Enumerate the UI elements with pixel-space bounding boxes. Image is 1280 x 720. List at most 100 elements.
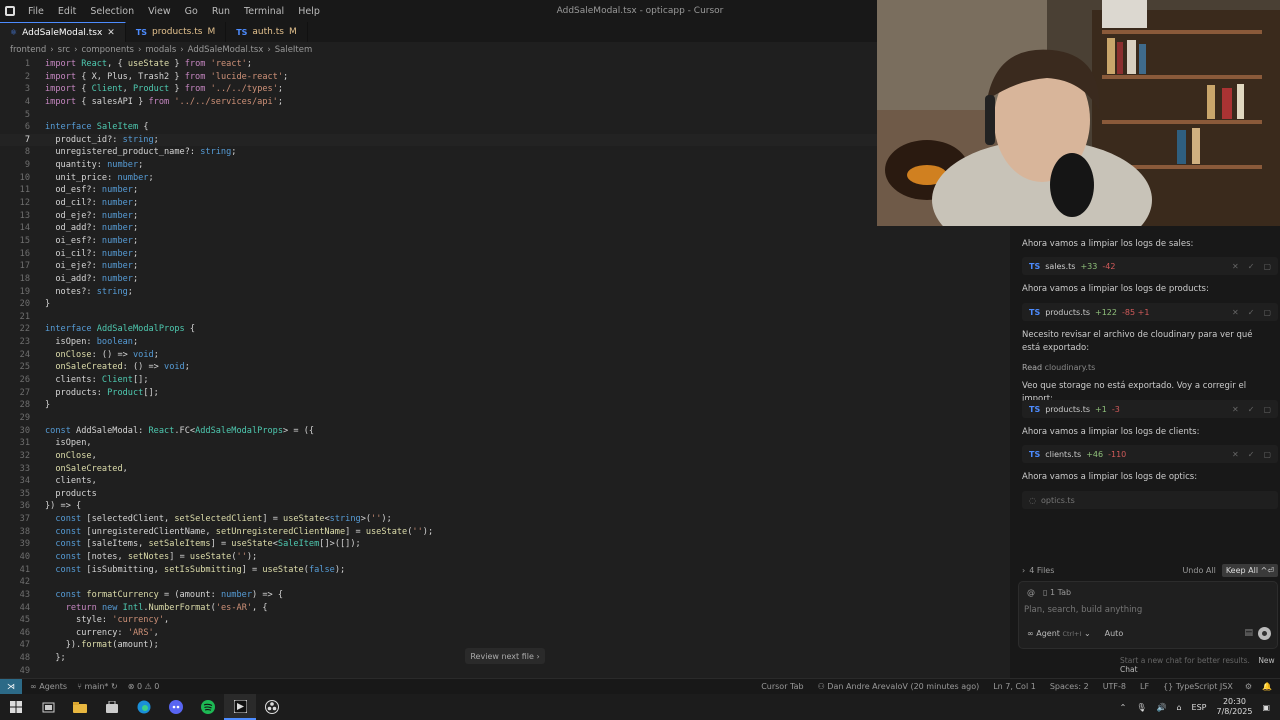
- code-line[interactable]: 44 return new Intl.NumberFormat('es-AR',…: [0, 602, 1010, 615]
- notifications-icon[interactable]: 🔔: [1262, 682, 1272, 691]
- code-line[interactable]: 33 onSaleCreated,: [0, 463, 1010, 476]
- code-line[interactable]: 6 interface SaleItem {: [0, 121, 1010, 134]
- read-file-name[interactable]: cloudinary.ts: [1045, 363, 1096, 372]
- code-line[interactable]: 23 isOpen: boolean;: [0, 336, 1010, 349]
- breadcrumb-item[interactable]: SaleItem: [275, 45, 313, 55]
- language-mode[interactable]: {} TypeScript JSX: [1163, 682, 1233, 691]
- code-line[interactable]: 46 currency: 'ARS',: [0, 627, 1010, 640]
- code-line[interactable]: 14 od_add?: number;: [0, 222, 1010, 235]
- reject-icon[interactable]: ✕: [1232, 262, 1239, 271]
- edited-file-card[interactable]: TS products.ts +122 -85 +1 ✕ ✓ ▢: [1022, 303, 1278, 321]
- file-explorer-icon[interactable]: [64, 694, 96, 720]
- agent-mode-select[interactable]: ∞ Agent Ctrl+I ⌄: [1027, 629, 1091, 638]
- more-icon[interactable]: ▢: [1263, 405, 1271, 414]
- code-editor[interactable]: 1 import React, { useState } from 'react'…: [0, 58, 1010, 678]
- model-select[interactable]: Auto: [1105, 629, 1124, 638]
- remote-icon[interactable]: ⋊: [0, 678, 22, 695]
- obs-icon[interactable]: [256, 694, 288, 720]
- more-icon[interactable]: ▢: [1263, 262, 1271, 271]
- code-line[interactable]: 29: [0, 412, 1010, 425]
- code-line[interactable]: 10 unit_price: number;: [0, 172, 1010, 185]
- chevron-up-icon[interactable]: ⌃: [1120, 703, 1127, 712]
- code-line[interactable]: 5: [0, 109, 1010, 122]
- reject-icon[interactable]: ✕: [1232, 405, 1239, 414]
- breadcrumb-item[interactable]: AddSaleModal.tsx: [188, 45, 264, 55]
- at-mention-icon[interactable]: @: [1027, 588, 1035, 597]
- code-line[interactable]: 43 const formatCurrency = (amount: numbe…: [0, 589, 1010, 602]
- chat-input[interactable]: [1024, 602, 1264, 618]
- cursor-tab-status[interactable]: Cursor Tab: [761, 682, 803, 691]
- code-line[interactable]: 38 const [unregisteredClientName, setUnr…: [0, 526, 1010, 539]
- menu-selection[interactable]: Selection: [90, 6, 134, 17]
- accept-icon[interactable]: ✓: [1248, 450, 1255, 459]
- edited-file-card[interactable]: TS products.ts +1 -3 ✕ ✓ ▢: [1022, 400, 1278, 418]
- accept-icon[interactable]: ✓: [1248, 262, 1255, 271]
- code-line[interactable]: 4 import { salesAPI } from '../../service…: [0, 96, 1010, 109]
- files-count[interactable]: 4 Files: [1029, 566, 1054, 575]
- code-line[interactable]: 1 import React, { useState } from 'react'…: [0, 58, 1010, 71]
- code-line[interactable]: 20}: [0, 298, 1010, 311]
- more-icon[interactable]: ▢: [1263, 308, 1271, 317]
- code-line[interactable]: 27 products: Product[];: [0, 387, 1010, 400]
- breadcrumb-item[interactable]: frontend: [10, 45, 46, 55]
- notification-center-icon[interactable]: ▣: [1262, 703, 1270, 712]
- code-line[interactable]: 2 import { X, Plus, Trash2 } from 'lucide…: [0, 71, 1010, 84]
- language-indicator[interactable]: ESP: [1192, 703, 1207, 712]
- edited-file-card[interactable]: TS sales.ts +33 -42 ✕ ✓ ▢: [1022, 257, 1278, 275]
- keep-all-button[interactable]: Keep All ^⏎: [1221, 563, 1278, 577]
- branch-status[interactable]: ⑂ main* ↻: [77, 682, 118, 691]
- agents-status[interactable]: ∞ Agents: [30, 682, 67, 691]
- more-icon[interactable]: ▢: [1263, 450, 1271, 459]
- tab-auth[interactable]: TS auth.ts M: [226, 22, 308, 42]
- menu-file[interactable]: File: [28, 6, 44, 17]
- menu-terminal[interactable]: Terminal: [244, 6, 284, 17]
- windows-start-icon[interactable]: [0, 694, 32, 720]
- clock[interactable]: 20:30 7/8/2025: [1217, 697, 1253, 717]
- microphone-icon[interactable]: 🎙: [1136, 703, 1146, 712]
- code-line[interactable]: 28}: [0, 399, 1010, 412]
- code-line[interactable]: 26 clients: Client[];: [0, 374, 1010, 387]
- edited-file-card[interactable]: TS clients.ts +46 -110 ✕ ✓ ▢: [1022, 445, 1278, 463]
- code-line[interactable]: 18 oi_add?: number;: [0, 273, 1010, 286]
- network-icon[interactable]: ⌂: [1176, 703, 1181, 712]
- code-line[interactable]: 37 const [selectedClient, setSelectedCli…: [0, 513, 1010, 526]
- code-line[interactable]: 22 interface AddSaleModalProps {: [0, 323, 1010, 336]
- code-line[interactable]: 41 const [isSubmitting, setIsSubmitting]…: [0, 564, 1010, 577]
- image-icon[interactable]: ▤: [1244, 628, 1253, 638]
- code-line[interactable]: 30 const AddSaleModal: React.FC<AddSaleMo…: [0, 425, 1010, 438]
- settings-icon[interactable]: ⚙: [1245, 682, 1252, 691]
- code-line[interactable]: 42: [0, 576, 1010, 589]
- code-line[interactable]: 36}) => {: [0, 500, 1010, 513]
- breadcrumb-item[interactable]: src: [58, 45, 70, 55]
- menu-view[interactable]: View: [148, 6, 171, 17]
- code-line[interactable]: 3 import { Client, Product } from '../../…: [0, 83, 1010, 96]
- tab-products[interactable]: TS products.ts M: [126, 22, 227, 42]
- menu-go[interactable]: Go: [185, 6, 198, 17]
- spotify-icon[interactable]: [192, 694, 224, 720]
- accept-icon[interactable]: ✓: [1248, 405, 1255, 414]
- tab-addsalemodal[interactable]: ⚛ AddSaleModal.tsx ✕: [0, 22, 126, 42]
- code-line[interactable]: 11 od_esf?: number;: [0, 184, 1010, 197]
- edge-browser-icon[interactable]: [128, 694, 160, 720]
- code-line[interactable]: 49: [0, 665, 1010, 678]
- code-line[interactable]: 13 od_eje?: number;: [0, 210, 1010, 223]
- indentation[interactable]: Spaces: 2: [1050, 682, 1089, 691]
- task-view-icon[interactable]: [32, 694, 64, 720]
- pending-file-card[interactable]: ◌ optics.ts: [1022, 491, 1278, 509]
- code-line[interactable]: 25 onSaleCreated: () => void;: [0, 361, 1010, 374]
- accept-icon[interactable]: ✓: [1248, 308, 1255, 317]
- send-button[interactable]: [1258, 627, 1271, 640]
- code-line[interactable]: 21: [0, 311, 1010, 324]
- code-line[interactable]: 31 isOpen,: [0, 437, 1010, 450]
- store-icon[interactable]: [96, 694, 128, 720]
- code-line[interactable]: 35 products: [0, 488, 1010, 501]
- code-line[interactable]: 17 oi_eje?: number;: [0, 260, 1010, 273]
- code-line[interactable]: 7 product_id?: string;: [0, 133, 1010, 147]
- menu-run[interactable]: Run: [212, 6, 230, 17]
- reject-icon[interactable]: ✕: [1232, 450, 1239, 459]
- menu-edit[interactable]: Edit: [58, 6, 76, 17]
- breadcrumb-item[interactable]: components: [81, 45, 134, 55]
- code-line[interactable]: 15 oi_esf?: number;: [0, 235, 1010, 248]
- code-line[interactable]: 19 notes?: string;: [0, 286, 1010, 299]
- code-line[interactable]: 34 clients,: [0, 475, 1010, 488]
